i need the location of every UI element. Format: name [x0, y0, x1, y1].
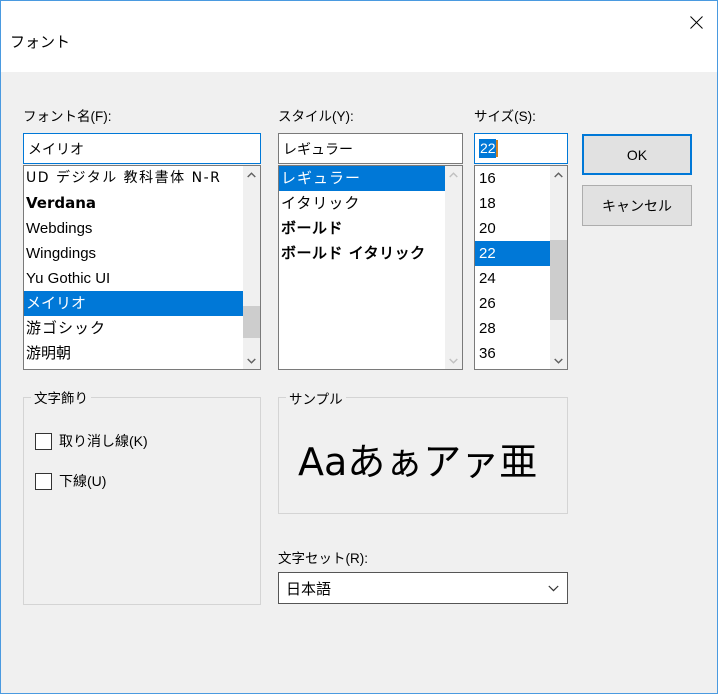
font-name-input[interactable]: メイリオ [23, 133, 261, 164]
list-item[interactable]: レギュラー [279, 166, 462, 191]
font-name-label: フォント名(F): [23, 109, 112, 124]
sample-group-legend: サンプル [286, 388, 346, 408]
checkbox-box[interactable] [35, 432, 52, 450]
list-item[interactable]: Webdings [24, 216, 260, 241]
size-list[interactable]: 16 18 20 22 24 26 28 36 [474, 165, 568, 370]
size-scroll-thumb[interactable] [550, 240, 567, 320]
list-item[interactable]: UD デジタル 教科書体 N-R [24, 166, 260, 191]
list-item[interactable]: Yu Gothic UI [24, 266, 260, 291]
underline-checkbox[interactable]: 下線(U) [35, 471, 106, 491]
chevron-down-icon [445, 352, 462, 369]
style-input[interactable]: レギュラー [278, 133, 463, 164]
effects-group-legend: 文字飾り [31, 387, 91, 407]
ok-button[interactable]: OK [582, 134, 692, 175]
chevron-down-icon[interactable] [243, 352, 260, 369]
script-select[interactable]: 日本語 [278, 572, 568, 604]
font-name-list[interactable]: UD デジタル 教科書体 N-R Verdana Webdings Wingdings… [23, 165, 261, 370]
style-input-value: レギュラー [283, 140, 353, 157]
font-dialog: フォント フォント名(F): スタイル(Y): サイズ(S): メイリオ UD … [0, 0, 718, 694]
script-select-value: 日本語 [286, 580, 332, 598]
size-input-value: 22 [479, 139, 496, 158]
cancel-button[interactable]: キャンセル [582, 185, 692, 226]
list-item[interactable]: Verdana [24, 191, 260, 216]
strikeout-checkbox[interactable]: 取り消し線(K) [35, 431, 148, 451]
list-item[interactable]: 游明朝 [24, 341, 260, 366]
style-label: スタイル(Y): [278, 109, 354, 124]
close-icon[interactable] [673, 1, 717, 43]
strikeout-checkbox-label: 取り消し線(K) [59, 433, 148, 449]
list-item[interactable]: ボールド イタリック [279, 241, 462, 266]
size-input[interactable]: 22 [474, 133, 568, 164]
page-title: フォント [10, 34, 71, 51]
list-item[interactable]: メイリオ [24, 291, 260, 316]
style-scrollbar [445, 166, 462, 369]
text-caret [495, 140, 498, 157]
title-bar: フォント [1, 1, 717, 72]
checkbox-box[interactable] [35, 472, 52, 490]
chevron-up-icon [445, 166, 462, 183]
ok-button-label: OK [626, 146, 648, 163]
sample-preview-text: Aaあぁアァ亜 [298, 440, 538, 484]
effects-group [23, 397, 261, 605]
font-name-scroll-thumb[interactable] [243, 306, 260, 338]
underline-checkbox-label: 下線(U) [59, 473, 107, 489]
font-name-input-value: メイリオ [28, 140, 84, 157]
style-list[interactable]: レギュラー イタリック ボールド ボールド イタリック [278, 165, 463, 370]
list-item[interactable]: Wingdings [24, 241, 260, 266]
font-name-scrollbar[interactable] [243, 166, 260, 369]
list-item[interactable]: イタリック [279, 191, 462, 216]
list-item[interactable]: ボールド [279, 216, 462, 241]
size-label: サイズ(S): [474, 109, 536, 124]
chevron-down-icon[interactable] [539, 585, 567, 592]
chevron-up-icon[interactable] [243, 166, 260, 183]
size-scrollbar[interactable] [550, 166, 567, 369]
cancel-button-label: キャンセル [602, 197, 672, 214]
script-label: 文字セット(R): [278, 551, 368, 566]
chevron-up-icon[interactable] [550, 166, 567, 183]
chevron-down-icon[interactable] [550, 352, 567, 369]
list-item[interactable]: 游ゴシック [24, 316, 260, 341]
